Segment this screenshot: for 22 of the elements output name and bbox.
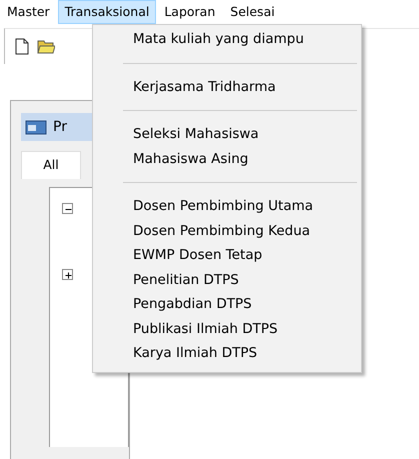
menu-option[interactable]: Pengabdian DTPS	[95, 292, 359, 316]
menu-option[interactable]: Seleksi Mahasiswa	[95, 122, 359, 146]
menu-option[interactable]: Karya Ilmiah DTPS	[95, 341, 359, 366]
collapse-icon[interactable]	[62, 202, 73, 214]
folder-icon[interactable]	[37, 39, 55, 54]
menu-option[interactable]: Dosen Pembimbing Utama	[95, 194, 359, 218]
tab[interactable]: All	[21, 151, 81, 179]
menu-option[interactable]: EWMP Dosen Tetap	[95, 243, 359, 268]
window-icon	[25, 119, 47, 135]
menu-option[interactable]: Publikasi Ilmiah DTPS	[95, 316, 359, 341]
new-document-icon[interactable]	[15, 38, 29, 55]
menu-item[interactable]: Master	[0, 0, 57, 24]
menu-item[interactable]: Selesai	[223, 0, 282, 24]
menu-option[interactable]: Dosen Pembimbing Kedua	[95, 218, 359, 243]
menu-option[interactable]: Penelitian DTPS	[95, 268, 359, 292]
expand-icon[interactable]	[62, 268, 73, 280]
menu-option[interactable]: Mata kuliah yang diampu	[95, 27, 359, 52]
menu-item[interactable]: Transaksional	[58, 0, 156, 24]
panel-title-text: Pr	[53, 118, 67, 136]
menu-option[interactable]: Mahasiswa Asing	[95, 146, 359, 171]
menu-option[interactable]: Kerjasama Tridharma	[95, 74, 359, 99]
menu-item[interactable]: Laporan	[157, 0, 222, 24]
